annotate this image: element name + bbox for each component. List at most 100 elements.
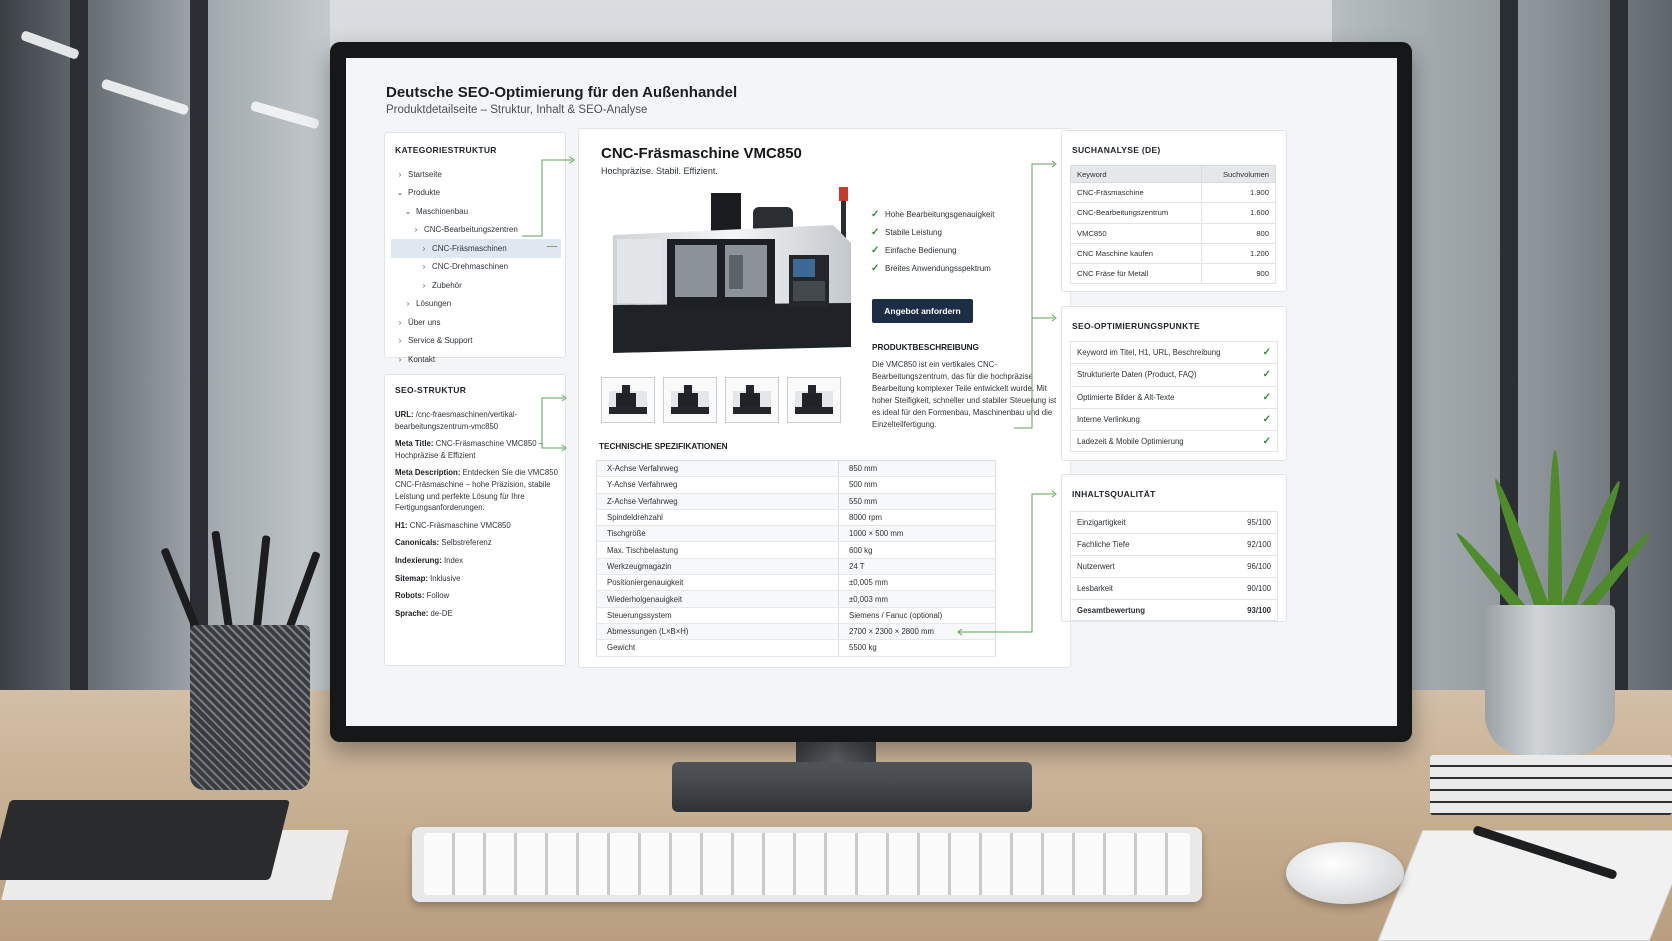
seo-structure-item: Canonicals: Selbstreferenz — [395, 537, 561, 549]
seo-structure-item: Indexierung: Index — [395, 555, 561, 567]
keyboard-keys[interactable] — [424, 833, 1190, 895]
check-icon: ✓ — [1262, 369, 1271, 381]
spec-row: Max. Tischbelastung 600 kg — [596, 541, 996, 559]
quality-label: Gesamtbewertung — [1077, 605, 1146, 615]
seo-structure-item: Sitemap: Inklusive — [395, 573, 561, 585]
pen-holder — [190, 625, 310, 790]
mouse[interactable] — [1286, 842, 1404, 904]
monitor-stand-base — [672, 762, 1032, 812]
search-analysis-panel: SUCHANALYSE (DE) Keyword Suchvolumen CNC-F… — [1061, 130, 1287, 292]
seo-structure-item: URL: /cnc-fraesmaschinen/vertikal-bearbe… — [395, 409, 561, 432]
tree-item[interactable]: › Startseite — [391, 165, 561, 184]
product-description: Die VMC850 ist ein vertikales CNC-Bearbe… — [872, 360, 1057, 430]
product-subtitle: Hochpräzise. Stabil. Effizient. — [601, 166, 718, 176]
seo-point-label: Interne Verlinkung — [1077, 415, 1140, 425]
tree-item[interactable]: › CNC-Fräsmaschinen — [391, 239, 561, 258]
search-analysis-heading: SUCHANALYSE (DE) — [1072, 145, 1161, 155]
feature-item: ✓ Breites Anwendungsspektrum — [871, 259, 994, 277]
spec-value: 850 mm — [838, 460, 996, 478]
seo-value: Index — [443, 555, 464, 565]
seo-points-heading: SEO-OPTIMIERUNGSPUNKTE — [1072, 321, 1200, 331]
feature-item: ✓ Stabile Leistung — [871, 223, 994, 241]
spec-row: Steuerungssystem Siemens / Fanuc (optiona… — [596, 607, 996, 624]
volume-cell: 900 — [1200, 263, 1277, 285]
description-heading: PRODUKTBESCHREIBUNG — [872, 343, 979, 352]
seo-point-item: Keyword im Titel, H1, URL, Beschreibung ✓ — [1070, 341, 1278, 364]
spec-value: 600 kg — [838, 541, 996, 559]
chevron-down-icon: ⌄ — [396, 188, 404, 198]
keyword-row: CNC-Bearbeitungszentrum 1.600 — [1070, 202, 1277, 224]
tree-item[interactable]: › Lösungen — [391, 295, 561, 314]
feature-item: ✓ Hohe Bearbeitungsgenauigkeit — [871, 205, 994, 223]
tree-item[interactable]: › CNC-Drehmaschinen — [391, 258, 561, 277]
spec-name: Positioniergenauigkeit — [596, 574, 839, 592]
feature-list: ✓ Hohe Bearbeitungsgenauigkeit ✓ Stabile Le… — [871, 205, 994, 277]
category-tree: › Startseite ⌄ Produkte ⌄ Maschinenbau › CNC-Be… — [391, 165, 561, 369]
keyword-header-row: Keyword Suchvolumen — [1070, 165, 1277, 183]
feature-label: Hohe Bearbeitungsgenauigkeit — [885, 209, 995, 219]
request-quote-button[interactable]: Angebot anfordern — [872, 299, 973, 323]
keyword-column-header[interactable]: Suchvolumen — [1200, 165, 1277, 183]
keyword-column-header[interactable]: Keyword — [1070, 165, 1202, 183]
spec-value: 1000 × 500 mm — [838, 525, 996, 543]
product-image[interactable] — [603, 185, 863, 360]
volume-cell: 800 — [1200, 222, 1277, 244]
check-icon: ✓ — [871, 244, 880, 256]
seo-key: Sprache: — [395, 608, 429, 618]
tree-item[interactable]: ⌄ Produkte — [391, 184, 561, 203]
tree-item[interactable]: › Service & Support — [391, 332, 561, 351]
tree-item[interactable]: › Zubehör — [391, 276, 561, 295]
seo-point-label: Ladezeit & Mobile Optimierung — [1077, 436, 1184, 446]
keyword-cell: CNC Maschine kaufen — [1070, 242, 1202, 265]
product-thumbnail[interactable] — [725, 377, 779, 423]
spec-value: 24 T — [838, 558, 996, 576]
chevron-right-icon: › — [422, 262, 426, 272]
quality-score: 96/100 — [1247, 562, 1271, 571]
spec-row: Y-Achse Verfahrweg 500 mm — [596, 476, 996, 494]
seo-structure-panel: SEO-STRUKTUR URL: /cnc-fraesmaschinen/ve… — [384, 374, 566, 666]
seo-structure-heading: SEO-STRUKTUR — [395, 385, 467, 395]
volume-cell: 1.600 — [1200, 202, 1277, 224]
spec-row: Z-Achse Verfahrweg 550 mm — [596, 493, 996, 510]
spec-row: Wiederholgenauigkeit ±0,003 mm — [596, 590, 996, 608]
seo-key: Robots: — [395, 591, 425, 601]
chevron-right-icon: › — [414, 225, 418, 235]
seo-value: Follow — [426, 591, 450, 601]
seo-structure-item: Robots: Follow — [395, 590, 561, 602]
feature-label: Breites Anwendungsspektrum — [885, 263, 991, 273]
chevron-right-icon: › — [398, 317, 402, 327]
content-quality-panel: INHALTSQUALITÄT Einzigartigkeit 95/100 Fac… — [1061, 474, 1287, 622]
category-panel: KATEGORIESTRUKTUR › Startseite ⌄ Produkte ⌄ M… — [384, 132, 566, 364]
quality-row: Nutzerwert 96/100 — [1070, 555, 1278, 577]
volume-cell: 1.200 — [1200, 242, 1277, 265]
tree-item-label: Service & Support — [408, 336, 473, 346]
tree-item-label: Startseite — [408, 169, 442, 179]
tree-item[interactable]: › Über uns — [391, 313, 561, 332]
chevron-right-icon: › — [406, 299, 410, 309]
product-thumbnail[interactable] — [663, 377, 717, 423]
content-quality-heading: INHALTSQUALITÄT — [1072, 489, 1156, 499]
chevron-down-icon: ⌄ — [404, 206, 412, 216]
quality-score: 92/100 — [1247, 540, 1271, 549]
spec-name: Max. Tischbelastung — [596, 541, 839, 559]
keyword-cell: CNC-Fräsmaschine — [1070, 181, 1202, 204]
spec-value: 2700 × 2300 × 2800 mm — [838, 623, 996, 641]
chevron-right-icon: › — [422, 243, 426, 253]
quality-score: 95/100 — [1247, 518, 1271, 527]
monitor-screen: Deutsche SEO-Optimierung für den Außenha… — [346, 58, 1397, 726]
check-icon: ✓ — [1262, 391, 1271, 403]
keyword-cell: CNC Fräse für Metall — [1070, 263, 1202, 285]
quality-label: Lesbarkeit — [1077, 584, 1113, 593]
tree-item[interactable]: › Kontakt — [391, 350, 561, 369]
spec-row: Positioniergenauigkeit ±0,005 mm — [596, 574, 996, 592]
seo-structure-item: Meta Title: CNC-Fräsmaschine VMC850 – Ho… — [395, 438, 561, 461]
tree-item[interactable]: › CNC-Bearbeitungszentren — [391, 221, 561, 240]
check-icon: ✓ — [871, 208, 880, 220]
seo-key: Meta Title: — [395, 439, 434, 449]
book-stack — [1430, 755, 1672, 815]
product-thumbnail[interactable] — [601, 377, 655, 423]
quality-row: Gesamtbewertung 93/100 — [1070, 599, 1278, 621]
tree-item[interactable]: ⌄ Maschinenbau — [391, 202, 561, 221]
product-thumbnail[interactable] — [787, 377, 841, 423]
seo-value: de-DE — [430, 608, 453, 618]
